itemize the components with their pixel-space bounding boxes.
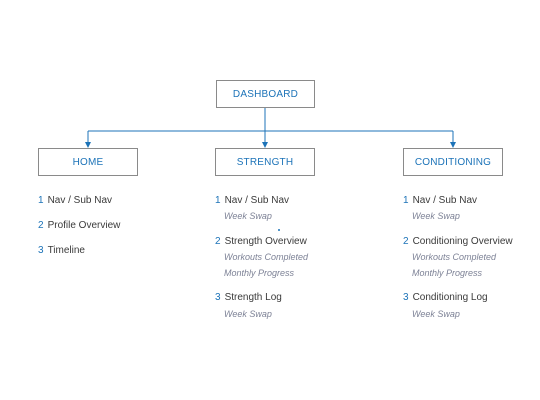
conditioning-label: CONDITIONING xyxy=(414,156,492,168)
strength-item-2-sub-2: Monthly Progress xyxy=(224,268,295,278)
item-number: 3 xyxy=(38,245,44,256)
conditioning-node: CONDITIONING xyxy=(403,148,503,176)
item-label: Timeline xyxy=(47,245,85,256)
item-label: Conditioning Overview xyxy=(412,236,513,247)
item-label: Nav / Sub Nav xyxy=(412,195,478,206)
conditioning-item-2-sub-1: Workouts Completed xyxy=(412,252,497,262)
conditioning-item-3: 3 Conditioning Log xyxy=(403,292,488,303)
strength-item-1-sub-1: Week Swap xyxy=(224,211,272,221)
strength-item-1: 1 Nav / Sub Nav xyxy=(215,195,289,206)
home-label: HOME xyxy=(72,156,104,168)
conditioning-item-1-sub-1: Week Swap xyxy=(412,211,460,221)
item-number: 1 xyxy=(403,195,409,206)
dashboard-label: DASHBOARD xyxy=(232,88,299,100)
home-item-1: 1 Nav / Sub Nav xyxy=(38,195,112,206)
home-item-2: 2 Profile Overview xyxy=(38,220,120,231)
item-number: 2 xyxy=(38,220,44,231)
item-number: 1 xyxy=(38,195,44,206)
conditioning-item-3-sub-1: Week Swap xyxy=(412,309,460,319)
dashboard-node: DASHBOARD xyxy=(216,80,315,108)
home-item-3: 3 Timeline xyxy=(38,245,85,256)
item-number: 2 xyxy=(403,236,409,247)
item-number: 2 xyxy=(215,236,221,247)
item-label: Strength Overview xyxy=(224,236,307,247)
conditioning-item-2: 2 Conditioning Overview xyxy=(403,236,513,247)
strength-item-3: 3 Strength Log xyxy=(215,292,282,303)
marker-dot xyxy=(278,229,280,231)
home-node: HOME xyxy=(38,148,138,176)
conditioning-item-2-sub-2: Monthly Progress xyxy=(412,268,483,278)
conditioning-item-1: 1 Nav / Sub Nav xyxy=(403,195,477,206)
item-label: Nav / Sub Nav xyxy=(224,195,290,206)
strength-item-2-sub-1: Workouts Completed xyxy=(224,252,309,262)
item-number: 3 xyxy=(403,292,409,303)
item-number: 3 xyxy=(215,292,221,303)
item-label: Strength Log xyxy=(224,292,282,303)
item-number: 1 xyxy=(215,195,221,206)
item-label: Conditioning Log xyxy=(412,292,488,303)
item-label: Profile Overview xyxy=(47,220,121,231)
item-label: Nav / Sub Nav xyxy=(47,195,113,206)
strength-item-3-sub-1: Week Swap xyxy=(224,309,272,319)
strength-node: STRENGTH xyxy=(215,148,315,176)
strength-item-2: 2 Strength Overview xyxy=(215,236,307,247)
strength-label: STRENGTH xyxy=(236,156,294,168)
